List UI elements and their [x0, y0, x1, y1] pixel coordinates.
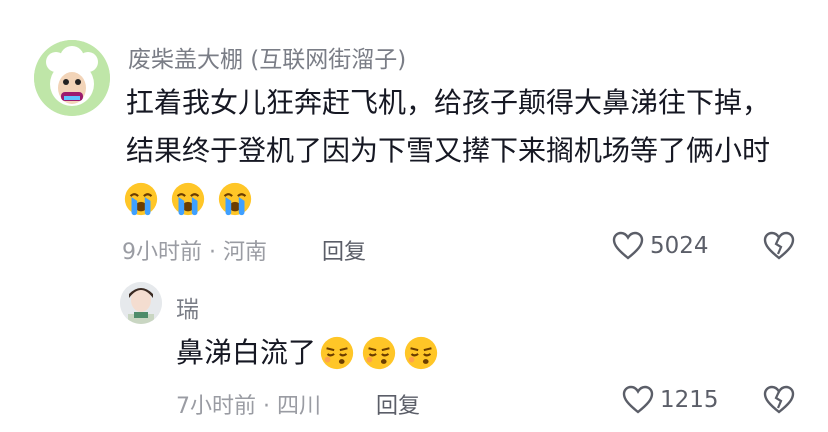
replier-username[interactable]: 瑞	[176, 290, 199, 324]
comment-reply-button[interactable]: 回复	[322, 234, 366, 266]
reply-like-button[interactable]: 1215	[622, 385, 719, 415]
crying-face-icon	[219, 182, 252, 216]
smirk-face-icon	[320, 336, 354, 370]
comment-like-count: 5024	[650, 233, 709, 259]
broken-heart-icon	[763, 385, 795, 414]
comment-time-location: 9小时前 · 河南	[122, 240, 267, 265]
reply-text: 鼻涕白流了	[176, 336, 317, 369]
heart-outline-icon	[622, 385, 654, 414]
reply-time-location: 7小时前 · 四川	[176, 394, 321, 419]
comment-like-button[interactable]: 5024	[612, 231, 709, 261]
comment-text-line-1: 扛着我女儿狂奔赶飞机，给孩子颠得大鼻涕往下掉，	[126, 86, 771, 119]
broken-heart-icon	[763, 231, 795, 260]
commenter-username[interactable]: 废柴盖大棚 (互联网街溜子)	[128, 40, 406, 74]
smirk-face-icon	[404, 336, 438, 370]
crying-face-icon	[171, 182, 205, 216]
reply-like-count: 1215	[660, 387, 719, 413]
crying-face-icon	[124, 182, 158, 216]
comment-text-line-2: 结果终于登机了因为下雪又撵下来搁机场等了俩小时	[126, 134, 771, 167]
commenter-avatar[interactable]	[34, 40, 110, 116]
reply-text-row: 鼻涕白流了	[176, 330, 440, 376]
heart-outline-icon	[612, 231, 644, 260]
reply-reply-button[interactable]: 回复	[376, 388, 420, 420]
smirk-face-icon	[362, 336, 396, 370]
replier-avatar[interactable]	[120, 282, 162, 324]
comment-emoji-row	[122, 180, 254, 222]
comment-dislike-button[interactable]	[762, 231, 796, 265]
reply-dislike-button[interactable]	[762, 385, 796, 419]
